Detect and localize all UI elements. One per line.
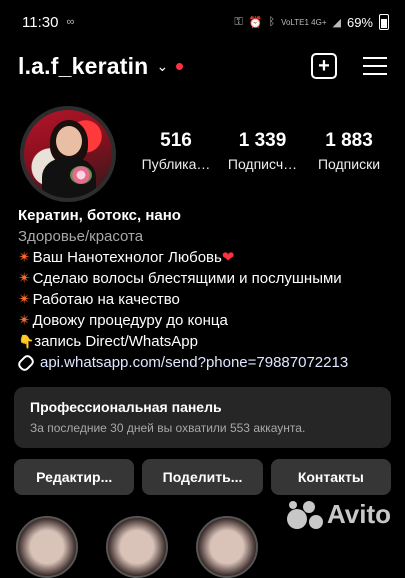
battery-icon — [379, 14, 389, 30]
stat-label: Подписч… — [227, 156, 298, 172]
avito-watermark: Avito — [286, 499, 391, 530]
plus-icon: + — [318, 55, 330, 77]
menu-button[interactable] — [363, 57, 387, 75]
bio-text: Работаю на качество — [32, 291, 180, 308]
bio-category: Здоровье/красота — [18, 228, 144, 245]
chevron-down-icon: ⌄ — [156, 57, 169, 74]
header-actions: + — [311, 53, 387, 79]
stat-followers[interactable]: 1 339 Подписч… — [221, 130, 305, 172]
sparkle-icon: ✴ — [18, 270, 31, 287]
avatar-bouquet — [70, 166, 92, 184]
highlight-item[interactable] — [106, 516, 168, 578]
status-left: 11:30 ∞ — [22, 14, 74, 31]
sparkle-icon: ✴ — [18, 291, 31, 308]
bio-link-text: api.whatsapp.com/send?phone=79887072213 — [40, 354, 349, 371]
profile-header: l.a.f_keratin ⌄ + — [18, 48, 387, 84]
status-right: ⚿ ⏰ ᛒ VoLTE1 4G+ ◢ 69% — [234, 14, 389, 30]
bio-text: запись Direct/WhatsApp — [34, 333, 198, 350]
avatar — [24, 110, 112, 198]
bio-line: ✴ Работаю на качество — [18, 289, 391, 310]
bio-link[interactable]: api.whatsapp.com/send?phone=79887072213 — [16, 352, 391, 373]
account-switcher[interactable]: l.a.f_keratin ⌄ — [18, 52, 184, 80]
alarm-icon: ⏰ — [248, 16, 263, 29]
hamburger-icon-line — [363, 57, 387, 59]
avatar-face — [56, 126, 82, 156]
edit-profile-button[interactable]: Редактир... — [14, 459, 135, 495]
network-type: VoLTE1 4G+ — [281, 17, 327, 27]
bio-text: Довожу процедуру до конца — [32, 312, 228, 329]
share-profile-button[interactable]: Поделить... — [142, 459, 263, 495]
heart-icon: ❤ — [221, 249, 235, 266]
hamburger-icon-line — [363, 65, 387, 67]
infinity-icon: ∞ — [66, 16, 75, 28]
highlight-item[interactable] — [196, 516, 258, 578]
bio-line: ✴ Сделаю волосы блестящими и послушными — [18, 268, 391, 289]
username: l.a.f_keratin — [18, 52, 149, 79]
sparkle-icon: ✴ — [18, 312, 31, 329]
create-post-button[interactable]: + — [311, 53, 337, 79]
bio-text: Сделаю волосы блестящими и послушными — [32, 270, 342, 287]
stat-value: 1 339 — [238, 130, 287, 151]
profile-action-buttons: Редактир... Поделить... Контакты — [14, 459, 391, 495]
clock: 11:30 — [22, 13, 59, 31]
avito-wordmark: Avito — [326, 499, 391, 529]
bio-line: ✴ Ваш Нанотехнолог Любовь❤ — [18, 247, 391, 268]
hamburger-icon-line — [363, 73, 387, 75]
professional-dashboard[interactable]: Профессиональная панель За последние 30 … — [14, 387, 391, 448]
bio-line: 👇запись Direct/WhatsApp — [18, 331, 391, 352]
stat-following[interactable]: 1 883 Подписки — [307, 130, 391, 172]
status-bar: 11:30 ∞ ⚿ ⏰ ᛒ VoLTE1 4G+ ◢ 69% — [0, 0, 405, 44]
bio-line: ✴ Довожу процедуру до конца — [18, 310, 391, 331]
pro-panel-title: Профессиональная панель — [30, 399, 222, 415]
contacts-button[interactable]: Контакты — [270, 459, 391, 495]
signal-icon: ◢ — [332, 16, 341, 29]
notification-dot — [176, 62, 184, 70]
battery-percent: 69% — [346, 14, 373, 30]
bio-name: Кератин, ботокс, нано — [18, 207, 181, 224]
profile-bio: Кератин, ботокс, нано Здоровье/красота ✴… — [16, 205, 391, 373]
pro-panel-subtitle: За последние 30 дней вы охватили 553 акк… — [30, 421, 306, 435]
key-icon: ⚿ — [234, 15, 243, 28]
bluetooth-icon: ᛒ — [268, 16, 276, 28]
stat-label: Подписки — [317, 156, 381, 172]
stat-label: Публика… — [141, 156, 211, 172]
stat-value: 516 — [160, 130, 192, 151]
link-icon — [16, 352, 36, 373]
avatar-ring[interactable] — [20, 106, 116, 202]
stat-posts[interactable]: 516 Публика… — [134, 130, 218, 172]
avito-logo-icon — [286, 500, 323, 529]
highlight-item[interactable] — [16, 516, 78, 578]
profile-stats: 516 Публика… 1 339 Подписч… 1 883 Подпис… — [134, 130, 391, 172]
bio-text: Ваш Нанотехнолог Любовь — [32, 249, 222, 266]
story-highlights — [16, 516, 258, 578]
stat-value: 1 883 — [325, 130, 373, 151]
pointing-hand-icon: 👇 — [18, 334, 35, 349]
sparkle-icon: ✴ — [18, 249, 31, 266]
